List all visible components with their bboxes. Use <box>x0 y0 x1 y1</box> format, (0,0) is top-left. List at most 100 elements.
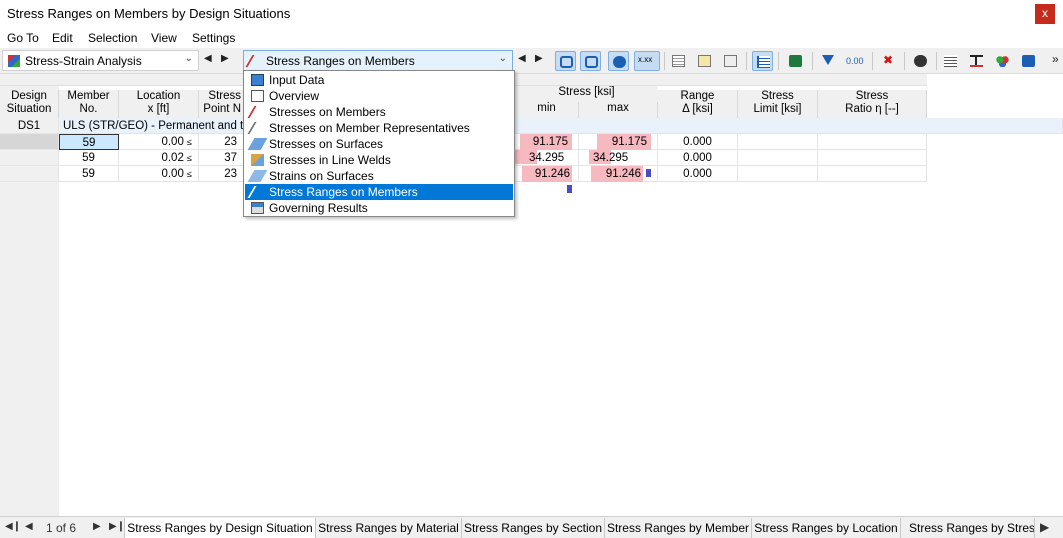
menu-edit[interactable]: Edit <box>52 31 73 45</box>
stress-point-cell[interactable]: 23 <box>199 166 244 182</box>
dropdown-item-governing-results[interactable]: Governing Results <box>245 200 513 216</box>
tab-by-design-situation[interactable]: Stress Ranges by Design Situation <box>124 518 316 538</box>
dropdown-item-stresses-on-surfaces[interactable]: Stresses on Surfaces <box>245 136 513 152</box>
stress-limit-cell[interactable] <box>738 134 818 150</box>
clear-selection-icon[interactable]: ✖ <box>878 51 899 71</box>
header-min[interactable]: min <box>515 102 579 118</box>
max-cell[interactable]: 34.295 <box>579 150 658 166</box>
row-header[interactable] <box>0 134 59 150</box>
zero-values-icon[interactable]: 0.00 <box>844 51 868 71</box>
dropdown-item-stresses-on-members[interactable]: Stresses on Members <box>245 104 513 120</box>
header-max[interactable]: max <box>579 102 658 118</box>
tab-by-location[interactable]: Stress Ranges by Location <box>752 518 901 538</box>
excel-icon[interactable] <box>785 51 806 71</box>
range-cell[interactable]: 0.000 <box>658 134 738 150</box>
tab-by-member[interactable]: Stress Ranges by Member <box>605 518 752 538</box>
view-combo[interactable]: Stress Ranges on Members ⌄ <box>243 50 513 71</box>
header-stress-point[interactable]: Stress Point N <box>199 90 244 120</box>
header-stress-ratio[interactable]: Stress Ratio η [--] <box>818 90 927 120</box>
location-value: 0.00 <box>161 168 184 180</box>
decimals-icon[interactable]: x.xx <box>634 51 660 71</box>
list-icon[interactable] <box>940 51 961 71</box>
row-header[interactable] <box>0 166 59 182</box>
location-cell[interactable]: 0.00 ≤ <box>119 134 199 150</box>
first-page-icon[interactable]: ◀❙ <box>5 521 21 532</box>
dropdown-item-stress-ranges-on-members[interactable]: Stress Ranges on Members <box>245 184 513 200</box>
separator <box>872 52 873 70</box>
column-icon[interactable] <box>752 51 773 71</box>
stress-ratio-cell[interactable] <box>818 166 927 182</box>
next-arrow-icon[interactable]: ▶ <box>221 53 229 64</box>
prev-page-icon[interactable]: ◀ <box>25 521 33 532</box>
member-cell[interactable]: 59 <box>59 166 119 182</box>
colors-icon[interactable] <box>992 51 1013 71</box>
range-cell[interactable]: 0.000 <box>658 166 738 182</box>
max-cell[interactable]: 91.246 <box>579 166 658 182</box>
tab-by-material[interactable]: Stress Ranges by Material <box>316 518 462 538</box>
dropdown-item-input-data[interactable]: Input Data <box>245 72 513 88</box>
select-icon[interactable] <box>555 51 576 71</box>
table-icon[interactable] <box>668 51 689 71</box>
limit-marker-icon <box>567 185 572 193</box>
member-cell[interactable]: 59 <box>59 150 119 166</box>
location-cell[interactable]: 0.00 ≤ <box>119 166 199 182</box>
group-id[interactable]: DS1 <box>0 118 59 134</box>
dropdown-item-overview[interactable]: Overview <box>245 88 513 104</box>
stress-limit-cell[interactable] <box>738 150 818 166</box>
window-title: Stress Ranges on Members by Design Situa… <box>7 6 291 21</box>
last-page-icon[interactable]: ▶❙ <box>109 521 125 532</box>
header-text: min <box>537 102 556 114</box>
close-button[interactable]: x <box>1035 4 1055 24</box>
info-icon[interactable] <box>1018 51 1039 71</box>
stress-point-cell[interactable]: 37 <box>199 150 244 166</box>
dropdown-item-label: Stresses in Line Welds <box>269 153 391 167</box>
header-stress-limit[interactable]: Stress Limit [ksi] <box>738 90 818 120</box>
header-text: Location x [ft] <box>136 90 181 115</box>
header-location[interactable]: Location x [ft] <box>119 90 199 120</box>
dropdown-item-label: Stresses on Member Representatives <box>269 121 470 135</box>
prev-arrow-icon[interactable]: ◀ <box>204 53 212 64</box>
range-cell[interactable]: 0.000 <box>658 150 738 166</box>
header-stress[interactable]: Stress [ksi] <box>515 86 658 102</box>
stress-ratio-cell[interactable] <box>818 134 927 150</box>
analysis-combo[interactable]: Stress-Strain Analysis ⌄ <box>2 50 199 71</box>
menu-selection[interactable]: Selection <box>88 31 137 45</box>
prev-arrow-icon[interactable]: ◀ <box>518 53 526 64</box>
stress-point-cell[interactable]: 23 <box>199 134 244 150</box>
select-member-icon[interactable] <box>580 51 601 71</box>
menu-settings[interactable]: Settings <box>192 31 235 45</box>
table-settings-icon[interactable] <box>720 51 741 71</box>
table-filter-icon[interactable] <box>694 51 715 71</box>
dropdown-item-line-welds[interactable]: Stresses in Line Welds <box>245 152 513 168</box>
dropdown-item-member-representatives[interactable]: Stresses on Member Representatives <box>245 120 513 136</box>
menu-goto[interactable]: Go To <box>7 31 39 45</box>
min-cell[interactable]: 34.295 <box>515 150 579 166</box>
help-icon[interactable] <box>910 51 931 71</box>
tab-by-stress-point[interactable]: Stress Ranges by Stress P <box>901 518 1035 538</box>
stress-ratio-cell[interactable] <box>818 150 927 166</box>
tab-scroll-right-icon[interactable]: ▶ <box>1040 520 1049 534</box>
max-value: 91.246 <box>591 166 643 182</box>
stress-limit-cell[interactable] <box>738 166 818 182</box>
surface-icon <box>247 138 268 150</box>
dropdown-item-strains-on-surfaces[interactable]: Strains on Surfaces <box>245 168 513 184</box>
min-cell[interactable]: 91.246 <box>515 166 579 193</box>
tab-by-section[interactable]: Stress Ranges by Section <box>462 518 605 538</box>
location-value: 0.00 <box>161 136 184 148</box>
more-tools-icon[interactable]: » <box>1052 52 1059 66</box>
header-text: Member No. <box>67 90 110 115</box>
location-cell[interactable]: 0.02 ≤ <box>119 150 199 166</box>
section-icon[interactable] <box>966 51 987 71</box>
view-icon[interactable] <box>608 51 629 71</box>
next-arrow-icon[interactable]: ▶ <box>535 53 543 64</box>
filter-icon[interactable] <box>818 51 839 71</box>
min-cell[interactable]: 91.175 <box>515 134 579 150</box>
max-cell[interactable]: 91.175 <box>579 134 658 150</box>
header-member-no[interactable]: Member No. <box>59 90 119 120</box>
menu-view[interactable]: View <box>151 31 177 45</box>
header-design-situation[interactable]: Design Situation <box>0 90 59 120</box>
header-range[interactable]: Range Δ [ksi] <box>658 90 738 120</box>
next-page-icon[interactable]: ▶ <box>93 521 101 532</box>
row-header[interactable] <box>0 150 59 166</box>
member-cell[interactable]: 59 <box>59 134 119 150</box>
